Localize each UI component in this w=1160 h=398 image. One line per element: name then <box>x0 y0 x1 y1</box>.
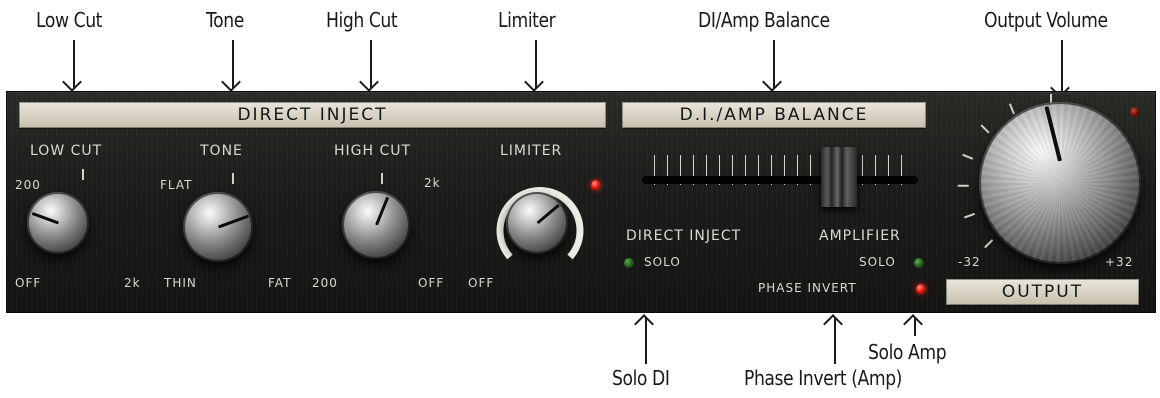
output-plate: OUTPUT <box>946 279 1139 305</box>
phase-invert-label: PHASE INVERT <box>758 281 857 295</box>
tone-tick <box>232 173 234 184</box>
limiter-knob[interactable] <box>506 192 568 254</box>
output-volume-callout: Output Volume <box>984 8 1108 32</box>
high-cut-mid-label: 2k <box>424 176 441 190</box>
phase-invert-callout: Phase Invert (Amp) <box>744 366 902 390</box>
limiter-label: LIMITER <box>500 143 563 159</box>
balance-left-label: DIRECT INJECT <box>626 228 742 244</box>
output-volume-arrow <box>1061 40 1063 94</box>
solo-amp-label: SOLO <box>859 255 896 269</box>
direct-inject-plate: DIRECT INJECT <box>19 102 606 128</box>
high-cut-tick <box>381 173 383 184</box>
tone-label: TONE <box>200 143 243 159</box>
tone-min-label: THIN <box>164 276 197 290</box>
low-cut-knob[interactable] <box>27 192 89 254</box>
solo-di-label: SOLO <box>644 255 681 269</box>
low-cut-tick <box>82 169 84 180</box>
output-clip-led <box>1130 107 1140 117</box>
tone-max-label: FAT <box>268 276 292 290</box>
limiter-callout: Limiter <box>498 8 556 32</box>
low-cut-label: LOW CUT <box>30 143 103 159</box>
balance-right-label: AMPLIFIER <box>819 228 901 244</box>
output-min-label: -32 <box>958 255 981 269</box>
output-volume-knob[interactable] <box>979 102 1141 264</box>
balance-fader-track[interactable] <box>642 176 918 184</box>
high-cut-knob[interactable] <box>342 191 410 259</box>
low-cut-callout: Low Cut <box>36 8 102 32</box>
phase-invert-arrow <box>834 318 836 364</box>
tone-arrow <box>232 40 234 88</box>
solo-amp-led[interactable] <box>914 258 924 268</box>
tone-knob[interactable] <box>183 192 253 262</box>
high-cut-label: HIGH CUT <box>334 143 412 159</box>
tone-mid-label: FLAT <box>160 178 193 192</box>
high-cut-min-label: 200 <box>312 276 338 290</box>
limiter-arrow <box>535 40 537 88</box>
di-amp-balance-callout: DI/Amp Balance <box>698 8 830 32</box>
output-max-label: +32 <box>1105 255 1134 269</box>
plugin-panel: DIRECT INJECT D.I./AMP BALANCE OUTPUT LO… <box>6 91 1156 313</box>
tone-callout: Tone <box>206 8 244 32</box>
solo-amp-callout: Solo Amp <box>868 340 947 364</box>
di-amp-balance-plate: D.I./AMP BALANCE <box>622 102 926 128</box>
high-cut-max-label: OFF <box>418 276 445 290</box>
phase-invert-led[interactable] <box>916 284 926 294</box>
low-cut-arrow <box>73 40 75 88</box>
low-cut-max-label: 2k <box>124 276 141 290</box>
low-cut-mid-label: 200 <box>15 178 41 192</box>
solo-di-arrow <box>645 318 647 364</box>
low-cut-min-label: OFF <box>15 276 42 290</box>
limiter-min-label: OFF <box>468 276 495 290</box>
solo-di-callout: Solo DI <box>612 366 670 390</box>
limiter-led <box>591 180 601 190</box>
high-cut-arrow <box>370 40 372 88</box>
di-amp-balance-arrow <box>773 40 775 88</box>
solo-di-led[interactable] <box>624 258 634 268</box>
balance-fader-handle[interactable] <box>821 147 857 207</box>
high-cut-callout: High Cut <box>326 8 398 32</box>
solo-amp-arrow <box>914 318 916 336</box>
